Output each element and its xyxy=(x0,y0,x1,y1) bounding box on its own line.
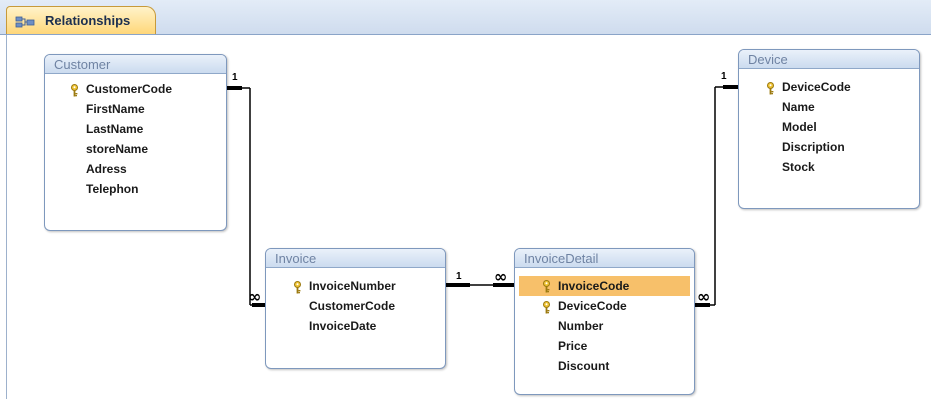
table-invoice[interactable]: Invoice InvoiceNumber CustomerCode Invoi… xyxy=(265,248,446,369)
field-customercode[interactable]: CustomerCode xyxy=(309,296,395,316)
table-device[interactable]: Device DeviceCode Name Model Discription… xyxy=(738,49,920,209)
table-title[interactable]: InvoiceDetail xyxy=(515,249,694,268)
field-customercode[interactable]: CustomerCode xyxy=(86,79,172,99)
cardinality-many-label: ∞ xyxy=(248,287,262,306)
cardinality-many-label: ∞ xyxy=(697,287,711,306)
field-firstname[interactable]: FirstName xyxy=(86,99,145,119)
field-name[interactable]: Name xyxy=(782,97,815,117)
cardinality-one-label: 1 xyxy=(232,72,238,83)
field-number[interactable]: Number xyxy=(558,316,603,336)
table-title[interactable]: Invoice xyxy=(266,249,445,268)
cardinality-one-label: 1 xyxy=(456,271,462,282)
primary-key-icon xyxy=(542,299,551,314)
field-stock[interactable]: Stock xyxy=(782,157,815,177)
field-devicecode[interactable]: DeviceCode xyxy=(558,296,627,316)
field-invoicecode: InvoiceCode xyxy=(558,279,630,293)
primary-key-icon xyxy=(542,279,551,293)
field-invoicenumber[interactable]: InvoiceNumber xyxy=(309,276,396,296)
relationship-device-invoicedetail[interactable] xyxy=(694,85,740,307)
field-model[interactable]: Model xyxy=(782,117,817,137)
field-lastname[interactable]: LastName xyxy=(86,119,143,139)
field-discription[interactable]: Discription xyxy=(782,137,845,157)
primary-key-icon xyxy=(70,82,79,97)
cardinality-one-label: 1 xyxy=(721,71,727,82)
field-discount[interactable]: Discount xyxy=(558,356,609,376)
field-price[interactable]: Price xyxy=(558,336,587,356)
relationships-window: Relationships 1 ∞ 1 ∞ 1 ∞ Customer Custo… xyxy=(0,0,931,399)
table-title[interactable]: Customer xyxy=(45,55,226,74)
field-adress[interactable]: Adress xyxy=(86,159,127,179)
primary-key-icon xyxy=(766,80,775,95)
field-storename[interactable]: storeName xyxy=(86,139,148,159)
field-telephon[interactable]: Telephon xyxy=(86,179,138,199)
table-title[interactable]: Device xyxy=(739,50,919,69)
primary-key-icon xyxy=(293,279,302,294)
relationship-customer-invoice[interactable] xyxy=(227,86,266,307)
field-invoicedate[interactable]: InvoiceDate xyxy=(309,316,376,336)
table-customer[interactable]: Customer CustomerCode FirstName LastName… xyxy=(44,54,227,231)
field-devicecode[interactable]: DeviceCode xyxy=(782,77,851,97)
field-invoicecode-selected[interactable]: InvoiceCode xyxy=(519,276,690,296)
cardinality-many-label: ∞ xyxy=(494,267,508,286)
table-invoicedetail[interactable]: InvoiceDetail InvoiceCode DeviceCode Num… xyxy=(514,248,695,395)
